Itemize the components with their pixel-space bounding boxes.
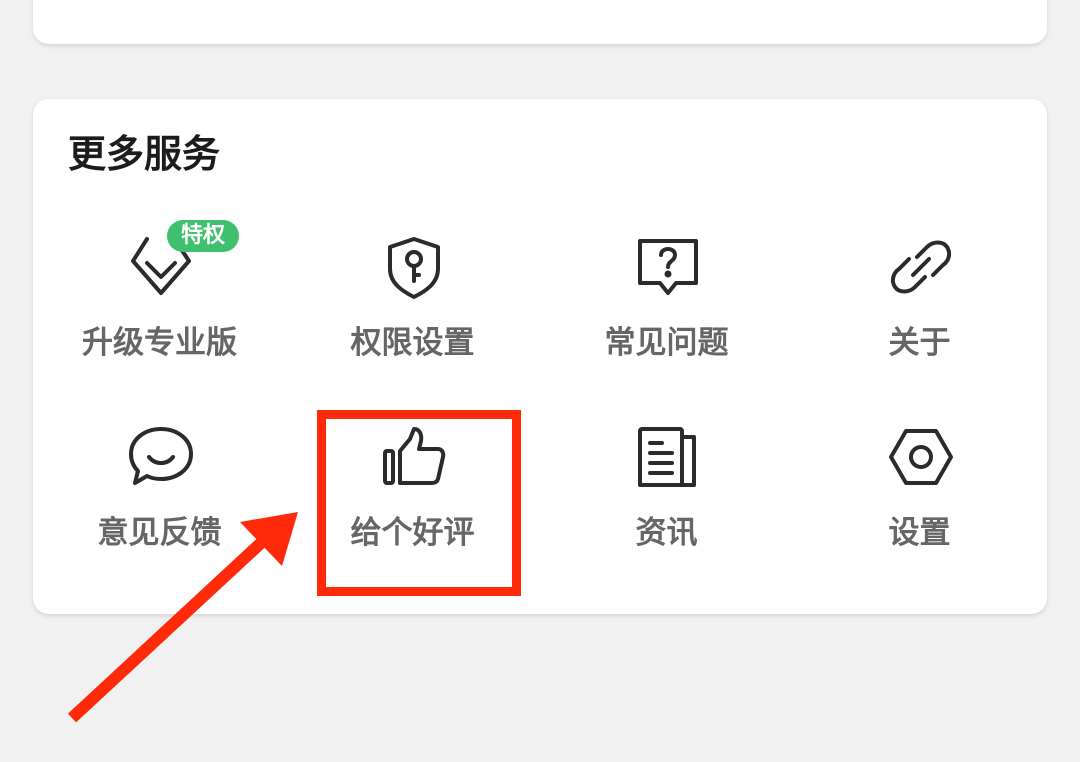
- section-title: 更多服务: [68, 132, 221, 176]
- news-icon: [636, 425, 700, 489]
- service-label: 权限设置: [350, 325, 475, 361]
- service-permission-settings[interactable]: 权限设置: [286, 235, 539, 415]
- previous-card: [33, 0, 1047, 44]
- privilege-badge: 特权: [167, 220, 240, 252]
- service-label: 常见问题: [604, 325, 729, 361]
- service-label: 意见反馈: [97, 515, 222, 551]
- service-label: 设置: [888, 515, 951, 551]
- service-label: 关于: [888, 325, 951, 361]
- service-feedback[interactable]: 意见反馈: [33, 425, 286, 605]
- highlight-box: [317, 410, 521, 596]
- chat-bubble-icon: [129, 425, 193, 489]
- service-settings[interactable]: 设置: [793, 425, 1046, 605]
- service-news[interactable]: 资讯: [540, 425, 793, 605]
- more-services-card: 更多服务 特权 升级专业版 权限设置 常见问题 关于 意见反馈 给个好评 资讯 …: [33, 99, 1047, 614]
- question-bubble-icon: [636, 235, 700, 299]
- service-about[interactable]: 关于: [793, 235, 1046, 415]
- service-upgrade-pro[interactable]: 特权 升级专业版: [33, 220, 286, 415]
- link-icon: [889, 235, 953, 299]
- shield-key-icon: [382, 235, 446, 299]
- service-label: 升级专业版: [82, 325, 237, 361]
- hex-nut-icon: [889, 425, 953, 489]
- service-faq[interactable]: 常见问题: [540, 235, 793, 415]
- service-label: 资讯: [635, 515, 698, 551]
